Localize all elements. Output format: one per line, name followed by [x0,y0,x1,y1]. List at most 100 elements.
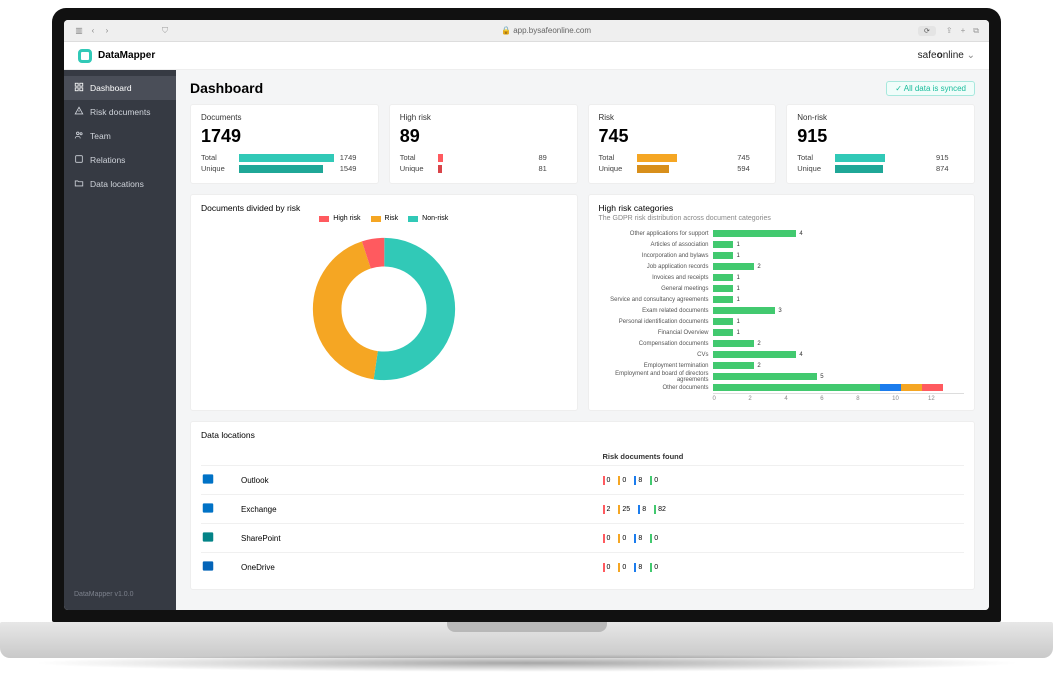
hbar-row: Compensation documents2 [599,338,965,349]
risk-count: 82 [658,506,666,513]
sidebar-item-label: Risk documents [90,107,150,117]
sidebar-item-data-locations[interactable]: Data locations [64,172,176,196]
legend-swatch [319,216,329,222]
hbar-segment [880,384,901,391]
risk-tick [603,534,605,543]
stat-bar [835,165,882,173]
shield-icon: ⛉ [162,26,168,36]
legend-item: High risk [319,215,360,222]
hbar-value: 3 [778,308,781,314]
risk-tick [650,563,652,572]
location-risks: 0080 [603,563,965,572]
location-row[interactable]: SharePoint0080 [201,523,964,552]
tabs-icon[interactable]: ⧉ [973,26,979,36]
logo-icon [78,49,92,63]
stat-row-label: Total [797,153,829,162]
hbar-value: 2 [757,264,760,270]
hbar [713,340,755,347]
axis-tick: 6 [820,396,856,402]
donut-card: Documents divided by risk High riskRiskN… [190,194,578,411]
hbar-label: CVs [599,352,709,358]
hbar-row: Incorporation and bylaws1 [599,250,965,261]
sidebar-item-dashboard[interactable]: Dashboard [64,76,176,100]
logo[interactable]: DataMapper [78,49,155,63]
location-row[interactable]: Outlook0080 [201,465,964,494]
sidebar-item-team[interactable]: Team [64,124,176,148]
hbar-row: CVs4 [599,349,965,360]
sidebar-item-relations[interactable]: Relations [64,148,176,172]
risk-tick [618,505,620,514]
new-tab-icon[interactable]: + [961,26,966,36]
donut-chart [309,234,459,384]
location-risks: 2 25 8 82 [603,505,965,514]
hbar-axis: 024681012 [713,393,965,402]
risk-count: 8 [642,506,646,513]
app-header: DataMapper safeonline ⌄ [64,42,989,70]
tenant-switcher[interactable]: safeonline ⌄ [918,50,975,61]
back-icon[interactable]: ‹ [88,26,98,35]
axis-tick: 2 [748,396,784,402]
risk-tick [634,563,636,572]
locations-title: Data locations [201,430,964,440]
stat-bar [239,154,334,162]
stat-title: Documents [201,113,368,122]
stat-row-value: 594 [737,164,765,173]
risk-count: 0 [622,477,626,484]
risk-tick [603,505,605,514]
hbar-value: 2 [757,341,760,347]
hbar [713,263,755,270]
axis-tick: 12 [928,396,964,402]
high-risk-subtitle: The GDPR risk distribution across docume… [599,215,965,222]
risk-count: 0 [607,564,611,571]
hbar-label: Other applications for support [599,231,709,237]
high-risk-title: High risk categories [599,203,965,213]
folder-icon [74,178,84,190]
hbar-value: 1 [736,330,739,336]
hbar-label: Employment and board of directors agreem… [599,371,709,383]
stat-card-documents: Documents1749Total1749Unique1549 [190,104,379,184]
forward-icon[interactable]: › [102,26,112,35]
hbar-segment [901,384,922,391]
risk-count: 25 [622,506,630,513]
risk-count: 2 [607,506,611,513]
hbar-label: Service and consultancy agreements [599,297,709,303]
stat-title: High risk [400,113,567,122]
stat-row-label: Total [599,153,631,162]
lock-icon: 🔒 [501,26,511,35]
locations-col-risks: Risk documents found [603,452,965,461]
risk-tick [634,534,636,543]
hbar [713,274,734,281]
hbar-value: 2 [757,363,760,369]
hbar [713,241,734,248]
risk-tick [603,563,605,572]
hbar-segment [713,384,881,391]
hbar-row: General meetings1 [599,283,965,294]
stat-row-value: 1749 [340,153,368,162]
sidebar-item-risk-documents[interactable]: Risk documents [64,100,176,124]
hbar-value: 1 [736,319,739,325]
stat-value: 745 [599,126,766,147]
risk-tick [638,505,640,514]
hbar-row: Invoices and receipts1 [599,272,965,283]
url-text: app.bysafeonline.com [513,26,591,35]
locations-card: Data locations Risk documents found Outl… [190,421,975,590]
hbar-row: Financial Overview1 [599,327,965,338]
donut-title: Documents divided by risk [201,203,567,213]
location-row[interactable]: Exchange225882 [201,494,964,523]
stat-row-label: Unique [599,164,631,173]
browser-chrome: ▥ ‹ › ⛉ 🔒 app.bysafeonline.com ⟳ ⇪ + ⧉ [64,20,989,42]
stat-value: 1749 [201,126,368,147]
alert-icon [74,106,84,118]
sidebar-toggle-icon[interactable]: ▥ [74,26,84,35]
location-row[interactable]: OneDrive0080 [201,552,964,581]
hbar [713,362,755,369]
reader-badge[interactable]: ⟳ [918,26,936,36]
stat-row-value: 81 [539,164,567,173]
location-icon [201,559,241,575]
share-icon[interactable]: ⇪ [946,26,953,36]
risk-count: 0 [654,477,658,484]
hbar-label: Other documents [599,385,709,391]
stat-bar [438,165,443,173]
stat-row-label: Unique [201,164,233,173]
hbar-row: Exam related documents3 [599,305,965,316]
